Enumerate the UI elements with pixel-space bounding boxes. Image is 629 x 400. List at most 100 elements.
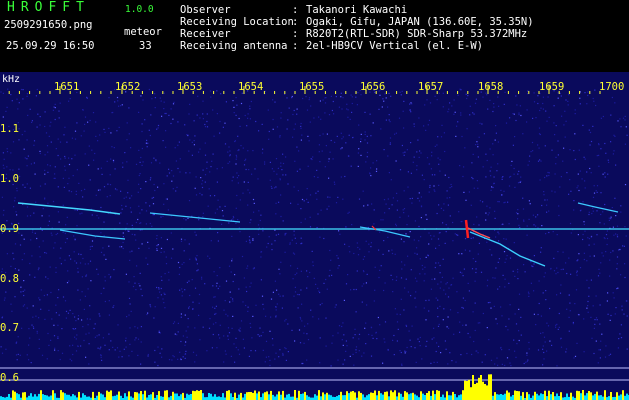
noise-speck <box>158 330 160 332</box>
noise-speck <box>160 287 162 290</box>
noise-speck <box>526 121 528 123</box>
noise-speck <box>363 352 365 354</box>
noise-speck <box>290 265 292 267</box>
noise-speck <box>62 177 64 179</box>
noise-speck <box>495 125 497 127</box>
noise-speck <box>597 362 599 364</box>
noise-speck <box>458 211 460 213</box>
noise-speck <box>108 349 110 351</box>
noise-speck <box>431 238 433 240</box>
level-bar <box>594 393 596 400</box>
noise-speck <box>617 120 619 122</box>
noise-speck <box>468 290 470 292</box>
noise-speck <box>125 196 127 198</box>
noise-speck <box>29 215 32 217</box>
noise-speck <box>16 359 18 361</box>
noise-speck <box>181 295 183 297</box>
noise-speck <box>579 170 581 172</box>
noise-speck <box>236 194 238 197</box>
noise-speck <box>322 133 324 135</box>
noise-speck <box>501 223 503 226</box>
noise-speck <box>347 109 349 111</box>
level-bar <box>66 394 68 400</box>
noise-speck <box>514 136 516 138</box>
level-bar <box>52 390 54 400</box>
level-bar <box>596 391 598 400</box>
noise-speck <box>209 257 211 259</box>
noise-speck <box>526 354 528 356</box>
level-bar <box>336 396 338 400</box>
noise-speck <box>78 182 80 184</box>
noise-speck <box>60 158 62 160</box>
noise-speck <box>202 100 204 102</box>
noise-speck <box>303 342 305 344</box>
noise-speck <box>50 291 52 294</box>
noise-speck <box>154 97 156 99</box>
noise-speck <box>282 153 284 155</box>
noise-speck <box>447 204 449 206</box>
noise-speck <box>602 255 604 257</box>
noise-speck <box>370 167 372 169</box>
noise-speck <box>260 279 262 281</box>
noise-speck <box>58 289 60 291</box>
noise-speck <box>579 103 581 105</box>
noise-speck <box>194 257 197 259</box>
noise-speck <box>310 105 312 107</box>
noise-speck <box>592 97 594 100</box>
noise-speck <box>245 240 247 242</box>
noise-speck <box>242 192 244 194</box>
noise-speck <box>384 212 386 214</box>
noise-speck <box>198 293 201 296</box>
noise-speck <box>247 265 249 267</box>
noise-speck <box>163 183 165 185</box>
noise-speck <box>609 275 611 277</box>
x-tick-label: 1651 <box>54 81 80 93</box>
noise-speck <box>505 325 507 328</box>
noise-speck <box>269 179 271 181</box>
noise-speck <box>613 234 615 236</box>
noise-speck <box>425 299 427 302</box>
noise-speck <box>47 224 49 226</box>
noise-speck <box>406 149 408 151</box>
noise-speck <box>583 258 585 261</box>
noise-speck <box>567 100 569 102</box>
level-bar <box>12 390 14 400</box>
noise-speck <box>214 307 216 309</box>
noise-speck <box>541 204 543 207</box>
noise-speck <box>492 154 494 156</box>
noise-speck <box>407 255 409 257</box>
noise-speck <box>435 247 437 249</box>
noise-speck <box>448 327 450 329</box>
noise-speck <box>188 243 190 245</box>
noise-speck <box>518 224 520 226</box>
noise-speck <box>335 96 337 98</box>
noise-speck <box>3 209 5 211</box>
noise-speck <box>604 142 606 145</box>
noise-speck <box>281 307 283 309</box>
noise-speck <box>373 223 375 225</box>
noise-speck <box>46 294 48 296</box>
noise-speck <box>325 278 327 281</box>
noise-speck <box>509 117 511 119</box>
noise-speck <box>557 328 559 330</box>
noise-speck <box>165 112 167 115</box>
noise-speck <box>409 103 411 105</box>
noise-speck <box>119 350 121 352</box>
noise-speck <box>261 152 264 154</box>
noise-speck <box>294 286 296 288</box>
noise-speck <box>420 196 422 198</box>
noise-speck <box>350 289 352 291</box>
noise-speck <box>2 164 4 166</box>
noise-speck <box>531 141 534 144</box>
noise-speck <box>278 356 280 358</box>
noise-speck <box>462 275 464 277</box>
noise-speck <box>121 104 123 106</box>
noise-speck <box>212 306 214 308</box>
noise-speck <box>391 204 393 206</box>
noise-speck <box>371 334 373 336</box>
noise-speck <box>455 135 457 137</box>
noise-speck <box>268 138 270 140</box>
noise-speck <box>145 181 147 183</box>
noise-speck <box>166 175 168 177</box>
noise-speck <box>100 354 102 356</box>
